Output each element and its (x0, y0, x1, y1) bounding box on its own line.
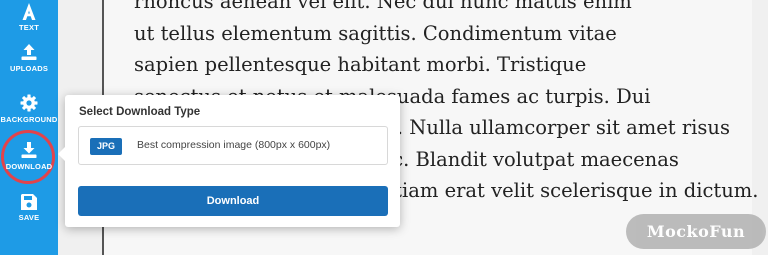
sidebar-item-background[interactable]: BACKGROUND (0, 93, 58, 124)
sidebar-item-download[interactable]: DOWNLOAD (0, 140, 58, 171)
upload-icon (21, 44, 37, 60)
watermark-logo: MockoFun (626, 214, 766, 249)
download-option-jpg[interactable]: JPG Best compression image (800px x 600p… (78, 126, 388, 165)
popup-pointer (58, 147, 65, 161)
download-icon (21, 142, 37, 158)
format-badge: JPG (90, 138, 122, 155)
sidebar-item-label: SAVE (18, 213, 40, 222)
text-line: sapien pellentesque habitant morbi. Tris… (134, 53, 587, 76)
sidebar-item-save[interactable]: SAVE (0, 193, 58, 222)
sidebar-item-label: DOWNLOAD (5, 162, 53, 171)
download-type-popup: Select Download Type JPG Best compressio… (58, 95, 400, 227)
tool-sidebar: TEXT UPLOADS BACKGROUND DOWNLOAD SAVE (0, 0, 58, 255)
text-icon (22, 3, 36, 20)
sidebar-item-text[interactable]: TEXT (0, 0, 58, 32)
option-description: Best compression image (800px x 600px) (137, 139, 331, 151)
sidebar-item-label: BACKGROUND (0, 115, 58, 124)
text-line: rhoncus aenean vel elit. Nec dui nunc ma… (134, 0, 632, 13)
gear-icon (20, 94, 38, 112)
download-button[interactable]: Download (78, 186, 388, 216)
sidebar-item-label: UPLOADS (9, 64, 49, 73)
text-line: ut tellus elementum sagittis. Condimentu… (134, 21, 617, 45)
popup-title: Select Download Type (79, 106, 201, 118)
sidebar-item-uploads[interactable]: UPLOADS (0, 42, 58, 73)
floppy-disk-icon (21, 194, 37, 210)
sidebar-item-label: TEXT (19, 23, 39, 32)
